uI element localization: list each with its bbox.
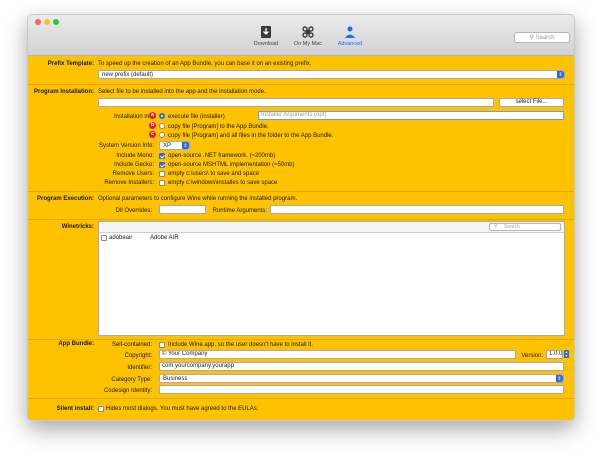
annotation-marker-c: c	[149, 131, 156, 138]
toolbar: Download On My Mac Advanced ⚲ Search	[28, 15, 574, 56]
category-type-value: Business	[163, 376, 188, 382]
include-gecko-label: Include Gecko:	[113, 162, 154, 168]
mode-copy-all-radio[interactable]	[159, 132, 165, 138]
chevron-updown-icon: ⇕	[557, 71, 564, 78]
system-version-value: XP	[163, 143, 172, 149]
winetrick-name: adobeair	[109, 235, 133, 241]
silent-install-text: Hides most dialogs. You must have agreed…	[106, 406, 259, 412]
select-file-button[interactable]: select File...	[499, 98, 564, 107]
mode-copy-all-label: copy file [Program] and all files in the…	[168, 133, 334, 139]
toolbar-advanced-label: Advanced	[337, 41, 363, 47]
winetricks-search-field[interactable]: Search	[489, 223, 561, 231]
prefix-template-label: Prefix Template:	[47, 61, 94, 67]
command-key-icon	[302, 26, 314, 38]
installation-mode-label: Installation mod	[113, 114, 156, 120]
self-contained-label: Self-contained:	[111, 342, 152, 348]
section-divider	[28, 339, 574, 340]
mode-execute-label: execute file (installer)	[168, 114, 225, 120]
prefix-template-value: new prefix (default)	[102, 72, 154, 78]
winetricks-list[interactable]: Search ⚲ adobeair Adobe AIR	[98, 221, 565, 336]
version-label: Version:	[521, 353, 543, 359]
toolbar-on-my-mac-label: On My Mac	[293, 41, 323, 47]
self-contained-checkbox[interactable]	[159, 342, 165, 348]
mode-execute-radio[interactable]	[159, 113, 165, 119]
mode-copy-program-radio[interactable]	[159, 123, 165, 129]
winetrick-adobeair-checkbox[interactable]	[101, 235, 107, 241]
prefix-template-description: To speed up the creation of an App Bundl…	[98, 61, 312, 67]
runtime-arguments-label: Runtime Arguments:	[212, 208, 267, 214]
version-stepper[interactable]: ▴ ▾	[564, 350, 569, 358]
remove-installers-checkbox[interactable]	[159, 180, 165, 186]
program-execution-label: Program Execution:	[36, 196, 94, 202]
program-execution-description: Optional parameters to configure Wine wh…	[98, 196, 298, 202]
section-divider	[28, 191, 574, 192]
include-mono-label: Include Mono:	[116, 153, 154, 159]
search-icon: ⚲	[494, 223, 498, 229]
install-file-path-field[interactable]	[98, 98, 494, 107]
version-field[interactable]: 1.0.0	[546, 350, 563, 359]
minimize-window-button[interactable]	[44, 19, 50, 25]
toolbar-search-placeholder: Search	[535, 35, 555, 41]
self-contained-text: Include Wine.app, so the user doesn't ha…	[168, 342, 313, 348]
toolbar-download-label: Download	[253, 41, 279, 47]
search-icon: ⚲	[529, 35, 534, 41]
runtime-arguments-field[interactable]	[270, 205, 564, 214]
close-window-button[interactable]	[35, 19, 41, 25]
toolbar-on-my-mac-button[interactable]: On My Mac	[286, 25, 330, 47]
remove-installers-label: Remove Installers:	[104, 180, 154, 186]
silent-install-label: Silent install:	[56, 406, 94, 412]
winetrick-description: Adobe AIR	[150, 235, 179, 241]
remove-installers-text: empty c:\windows\installes to save space	[168, 180, 278, 186]
include-gecko-checkbox[interactable]	[159, 162, 165, 168]
program-installation-label: Program Installation:	[33, 89, 94, 95]
dll-overrides-field[interactable]	[159, 205, 206, 214]
section-divider	[28, 219, 574, 220]
copyright-field[interactable]: © Your Company	[159, 350, 516, 359]
annotation-marker-a: a	[149, 112, 156, 119]
winetricks-search-placeholder: Search	[504, 224, 520, 230]
remove-users-label: Remove Users:	[112, 171, 154, 177]
advanced-pane: Prefix Template: To speed up the creatio…	[28, 56, 574, 420]
section-divider	[28, 398, 574, 399]
include-mono-checkbox[interactable]	[159, 153, 165, 159]
chevron-updown-icon: ⇕	[556, 375, 563, 382]
mode-copy-program-label: copy file [Program] to the App Bundle.	[168, 124, 269, 130]
silent-install-checkbox[interactable]	[98, 406, 104, 412]
app-window: Download On My Mac Advanced ⚲ Search Pre…	[27, 14, 575, 421]
system-version-label: System Version Info:	[98, 143, 154, 149]
annotation-marker-b: b	[149, 122, 156, 129]
toolbar-download-button[interactable]: Download	[244, 25, 288, 47]
codesign-identity-label: Codesign Identity:	[103, 388, 152, 394]
advanced-gears-icon	[345, 26, 355, 38]
prefix-template-popup[interactable]: new prefix (default) ⇕	[98, 70, 565, 79]
toolbar-search-field[interactable]: ⚲ Search	[514, 32, 570, 43]
program-installation-description: Select file to be installed into the app…	[98, 89, 266, 95]
download-icon	[261, 26, 271, 38]
remove-users-text: empty c:\users\ to save and space	[168, 171, 260, 177]
system-version-popup[interactable]: XP ⇕	[159, 141, 190, 150]
winetricks-label: Winetricks:	[61, 224, 94, 230]
winetricks-list-header: Search ⚲	[99, 222, 564, 233]
remove-users-checkbox[interactable]	[159, 171, 165, 177]
codesign-identity-field[interactable]	[159, 385, 564, 394]
include-gecko-text: open-source MSHTML implementation (≈50mb…	[168, 162, 295, 168]
installer-arguments-field[interactable]: Installer Arguments (opt)	[258, 111, 564, 120]
zoom-window-button[interactable]	[53, 19, 59, 25]
dll-overrides-label: Dll Overrides:	[115, 208, 152, 214]
section-divider	[28, 84, 574, 85]
toolbar-advanced-button[interactable]: Advanced	[328, 25, 372, 47]
category-type-label: Category Type:	[111, 377, 152, 383]
identifier-label: Identifier:	[127, 365, 152, 371]
copyright-label: Copyright:	[124, 353, 152, 359]
identifier-field[interactable]: com.yourcompany.yourapp	[159, 362, 564, 371]
category-type-popup[interactable]: Business ⇕	[159, 374, 564, 383]
chevron-updown-icon: ⇕	[182, 142, 189, 149]
include-mono-text: open-source .NET framework. (≈200mb)	[168, 153, 276, 159]
list-item[interactable]: adobeair Adobe AIR	[99, 234, 564, 243]
